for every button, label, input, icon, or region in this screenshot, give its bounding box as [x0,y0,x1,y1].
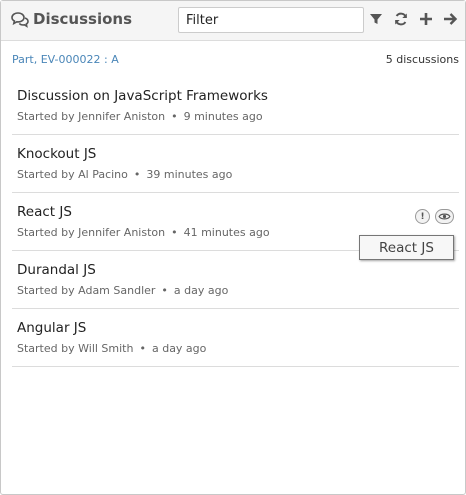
discussion-meta: Started by Jennifer Aniston • 9 minutes ag… [17,110,263,123]
refresh-icon[interactable] [393,11,409,29]
panel-header: Discussions [1,1,465,41]
separator: • [171,226,178,239]
discussion-count: 5 discussions [385,53,459,66]
separator: • [171,110,178,123]
started-by-label: Started by [17,342,75,355]
discussion-meta: Started by Adam Sandler • a day ago [17,284,228,297]
timestamp: 41 minutes ago [183,226,270,239]
list-item[interactable]: Angular JS Started by Will Smith • a day a… [12,309,459,367]
timestamp: 39 minutes ago [146,168,233,181]
discussion-meta: Started by Jennifer Aniston • 41 minutes a… [17,226,270,239]
discussion-title: Discussion on JavaScript Frameworks [17,88,268,104]
started-by-label: Started by [17,284,75,297]
list-item[interactable]: Knockout JS Started by Al Pacino • 39 minu… [12,135,459,193]
author-name: Will Smith [78,342,134,355]
list-item[interactable]: Discussion on JavaScript Frameworks Star… [12,77,459,135]
separator: • [133,168,141,181]
discussion-title: Knockout JS [17,146,97,162]
exclamation-icon[interactable]: ! [415,209,430,224]
author-name: Al Pacino [78,168,128,181]
arrow-right-icon[interactable] [442,11,458,29]
started-by-label: Started by [17,168,75,181]
started-by-label: Started by [17,110,75,123]
timestamp: a day ago [173,284,229,297]
title-group: Discussions [11,10,132,28]
discussion-title: Angular JS [17,320,87,336]
discussion-title: Durandal JS [17,262,96,278]
discussion-meta: Started by Al Pacino • 39 minutes ago [17,168,232,181]
plus-icon[interactable] [418,11,434,29]
discussion-meta: Started by Will Smith • a day ago [17,342,206,355]
page-title: Discussions [33,10,133,28]
separator: • [139,342,146,355]
separator: • [161,284,168,297]
comments-icon [11,12,29,28]
timestamp: a day ago [151,342,207,355]
author-name: Jennifer Aniston [78,110,166,123]
context-bar: Part, EV-000022 : A 5 discussions [12,53,459,69]
discussion-list: Discussion on JavaScript Frameworks Star… [12,77,459,367]
parent-link[interactable]: Part, EV-000022 : A [12,53,119,66]
started-by-label: Started by [17,226,75,239]
item-actions: ! [415,209,454,224]
author-name: Jennifer Aniston [78,226,166,239]
discussion-title: React JS [17,204,72,220]
discussions-panel: Discussions Part, EV-000022 : A 5 discus… [0,0,466,495]
tooltip: React JS [359,235,454,260]
filter-input[interactable] [178,7,364,33]
eye-icon[interactable] [435,209,454,224]
author-name: Adam Sandler [78,284,156,297]
filter-icon[interactable] [368,11,384,29]
timestamp: 9 minutes ago [183,110,263,123]
